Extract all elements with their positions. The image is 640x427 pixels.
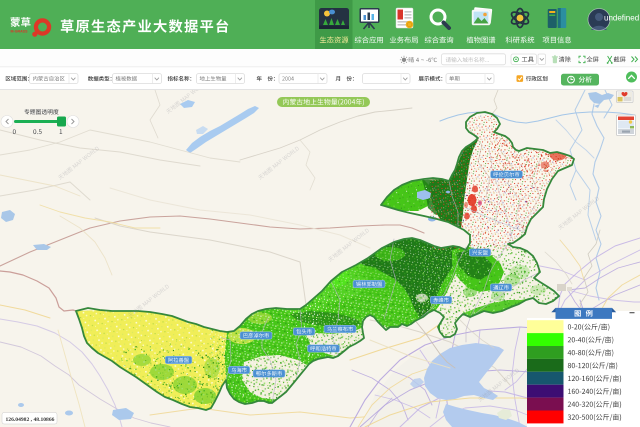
svg-text:M-GRASS: M-GRASS	[11, 30, 29, 34]
svg-text:undefined: undefined	[604, 14, 639, 23]
svg-text:126.04982 , 48.10866: 126.04982 , 48.10866	[6, 417, 55, 423]
